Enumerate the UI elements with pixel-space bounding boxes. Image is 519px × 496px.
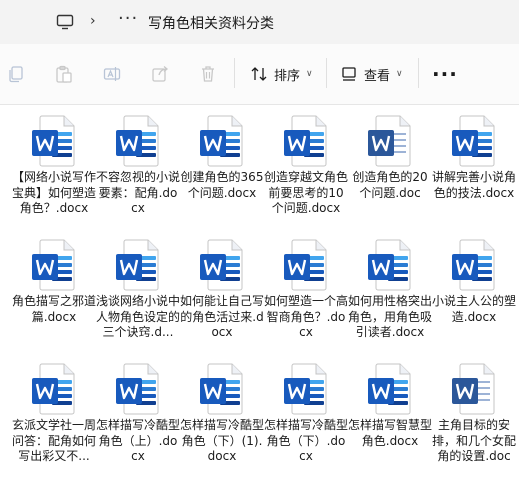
word-doc-icon [200, 239, 243, 291]
rename-icon[interactable] [102, 64, 122, 84]
file-item[interactable]: 玄派文学社一周问答：配角如何写出彩又不... [12, 354, 96, 478]
chevron-right-icon[interactable]: › [90, 13, 96, 29]
file-name: 玄派文学社一周问答：配角如何写出彩又不... [12, 418, 97, 463]
address-bar: › ··· 写角色相关资料分类 [0, 0, 519, 44]
file-grid: 【网络小说写作宝典】如何塑造角色？.docx 不容忽视的小说要素：配角.docx 创… [0, 104, 519, 496]
file-item[interactable]: 创建角色的365个问题.docx [180, 106, 264, 230]
file-item[interactable]: 如何能让自己写的角色活过来.docx [180, 230, 264, 354]
file-name: 如何用性格突出角色，用角色吸引读者.docx [348, 294, 433, 339]
file-item[interactable]: 创造角色的20个问题.doc [348, 106, 432, 230]
file-name: 如何塑造一个高智商角色？.docx [264, 294, 349, 339]
copy-icon[interactable] [6, 64, 26, 84]
word-doc-icon [32, 239, 75, 291]
file-item[interactable]: 浅谈网络小说中人物角色设定的三个诀窍.d... [96, 230, 180, 354]
file-item[interactable]: 不容忽视的小说要素：配角.docx [96, 106, 180, 230]
file-item[interactable]: 怎样描写冷酷型角色（下）.docx [264, 354, 348, 478]
file-item[interactable]: 如何用性格突出角色，用角色吸引读者.docx [348, 230, 432, 354]
file-name: 创建角色的365个问题.docx [180, 170, 264, 200]
file-item[interactable]: 如何塑造一个高智商角色？.docx [264, 230, 348, 354]
file-name: 浅谈网络小说中人物角色设定的三个诀窍.d... [96, 294, 181, 339]
word-doc-icon [368, 363, 411, 415]
word-legacy-doc-icon [368, 115, 411, 167]
view-button[interactable]: 查看 ∨ [340, 63, 403, 85]
sort-label: 排序 [274, 68, 301, 84]
file-name: 讲解完善小说角色的技法.docx [432, 170, 517, 200]
word-doc-icon [284, 115, 327, 167]
word-doc-icon [116, 363, 159, 415]
delete-icon[interactable] [198, 64, 218, 84]
word-legacy-doc-icon [452, 363, 495, 415]
file-name: 怎样描写冷酷型角色（下）.docx [264, 418, 349, 463]
computer-icon[interactable] [56, 13, 74, 31]
toolbar-divider [234, 58, 235, 88]
file-name: 【网络小说写作宝典】如何塑造角色？.docx [12, 170, 97, 215]
paste-icon[interactable] [54, 64, 74, 84]
file-item[interactable]: 【网络小说写作宝典】如何塑造角色？.docx [12, 106, 96, 230]
toolbar-divider [418, 58, 419, 88]
file-name: 小说主人公的塑造.docx [432, 294, 517, 324]
command-bar: 排序 ∨ 查看 ∨ ··· [0, 44, 519, 105]
word-doc-icon [200, 115, 243, 167]
word-doc-icon [284, 363, 327, 415]
word-doc-icon [284, 239, 327, 291]
view-label: 查看 [364, 68, 391, 84]
chevron-down-icon: ∨ [306, 69, 313, 79]
toolbar-divider [326, 58, 327, 88]
word-doc-icon [200, 363, 243, 415]
file-name: 角色描写之邪道篇.docx [12, 294, 97, 324]
file-name: 怎样描写冷酷型角色（下）(1).docx [180, 418, 265, 463]
file-item[interactable]: 小说主人公的塑造.docx [432, 230, 516, 354]
file-name: 创造穿越文角色前要思考的10个问题.docx [264, 170, 349, 215]
file-name: 如何能让自己写的角色活过来.docx [180, 294, 265, 339]
word-doc-icon [32, 115, 75, 167]
file-item[interactable]: 主角目标的安排，和几个女配角的设置.doc [432, 354, 516, 478]
file-name: 创造角色的20个问题.doc [352, 170, 428, 200]
view-icon [342, 67, 356, 81]
file-item[interactable]: 怎样描写冷酷型角色（上）.docx [96, 354, 180, 478]
sort-button[interactable]: 排序 ∨ [250, 63, 313, 85]
file-name: 怎样描写智慧型角色.docx [348, 418, 433, 448]
file-item[interactable]: 怎样描写冷酷型角色（下）(1).docx [180, 354, 264, 478]
word-doc-icon [452, 115, 495, 167]
word-doc-icon [368, 239, 411, 291]
file-item[interactable]: 讲解完善小说角色的技法.docx [432, 106, 516, 230]
file-item[interactable]: 怎样描写智慧型角色.docx [348, 354, 432, 478]
word-doc-icon [116, 239, 159, 291]
file-name: 怎样描写冷酷型角色（上）.docx [96, 418, 181, 463]
breadcrumb-current-folder[interactable]: 写角色相关资料分类 [148, 13, 274, 33]
share-icon[interactable] [150, 64, 170, 84]
file-name: 主角目标的安排，和几个女配角的设置.doc [432, 418, 517, 463]
sort-icon [251, 67, 267, 81]
file-item[interactable]: 角色描写之邪道篇.docx [12, 230, 96, 354]
file-item[interactable]: 创造穿越文角色前要思考的10个问题.docx [264, 106, 348, 230]
file-name: 不容忽视的小说要素：配角.docx [96, 170, 181, 215]
see-more-button[interactable]: ··· [432, 62, 458, 86]
word-doc-icon [116, 115, 159, 167]
word-doc-icon [32, 363, 75, 415]
chevron-down-icon: ∨ [396, 69, 403, 79]
breadcrumb-overflow-button[interactable]: ··· [118, 8, 138, 29]
word-doc-icon [452, 239, 495, 291]
